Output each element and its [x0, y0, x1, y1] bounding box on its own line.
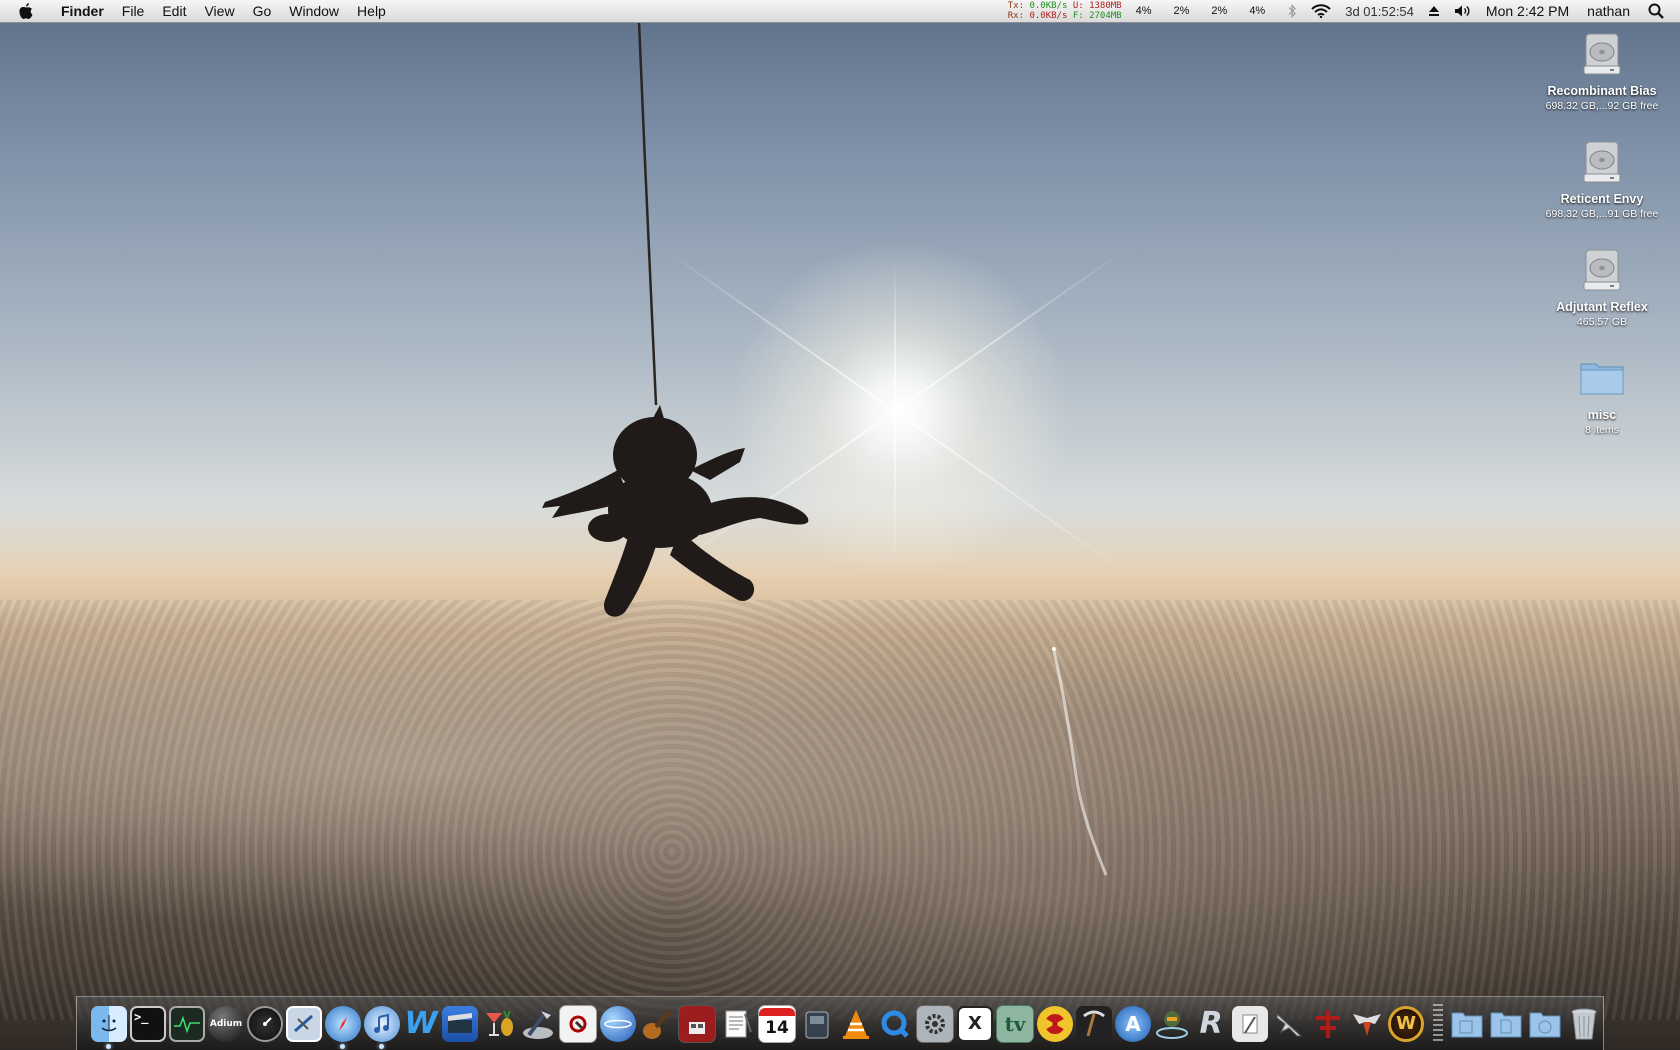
cpu-core-2[interactable]: 2% [1174, 5, 1190, 17]
wifi-icon[interactable] [1311, 4, 1331, 18]
jet-fighter-icon[interactable] [1271, 1006, 1307, 1042]
terminal-icon[interactable]: >_ [130, 1005, 166, 1042]
adium-label: Adium [209, 1018, 243, 1029]
downloads-stack-icon[interactable] [1527, 1006, 1563, 1042]
desktop-icon-info: 465.57 GB [1576, 316, 1628, 328]
memory-free: F: 2704MB [1072, 11, 1122, 21]
sun-ray [894, 261, 896, 561]
imovie-icon[interactable] [442, 1005, 478, 1042]
dashboard-icon[interactable] [247, 1005, 283, 1042]
menu-go[interactable]: Go [244, 0, 281, 22]
eject-icon[interactable] [1428, 5, 1440, 17]
desktop-folder-misc[interactable]: misc 8 items [1527, 354, 1677, 436]
quicktime-icon[interactable] [877, 1006, 913, 1042]
xcode-icon[interactable] [520, 1006, 556, 1042]
wings-emblem-icon[interactable] [1349, 1006, 1385, 1042]
desktop-icon-name: Reticent Envy [1560, 192, 1644, 206]
running-indicator [106, 1043, 111, 1049]
documents-stack-icon[interactable] [1488, 1006, 1524, 1042]
spotlight-search-icon[interactable] [1648, 3, 1664, 19]
desktop-icon-info: 8 items [1585, 424, 1619, 436]
menu-clock[interactable]: Mon 2:42 PM [1486, 3, 1569, 19]
textedit-icon[interactable] [719, 1006, 755, 1042]
menu-app-finder[interactable]: Finder [52, 0, 113, 22]
wunderlist-icon[interactable]: W [403, 1006, 439, 1042]
system-preferences-icon[interactable] [916, 1004, 954, 1043]
tv-app-icon[interactable]: tv [996, 1004, 1034, 1043]
photo-booth-icon[interactable] [678, 1004, 716, 1043]
skydiver-silhouette [542, 405, 809, 617]
pickaxe-icon[interactable] [1076, 1005, 1112, 1042]
applications-stack-icon[interactable] [1449, 1006, 1485, 1042]
desktop-icon-name: misc [1587, 408, 1617, 422]
safari-icon[interactable] [325, 1005, 361, 1049]
folder-icon [1578, 354, 1626, 402]
cpu-core-3[interactable]: 2% [1211, 5, 1227, 17]
volume-icon[interactable] [1454, 4, 1472, 18]
cpu-core-4[interactable]: 4% [1249, 5, 1265, 17]
wolfenstein-icon[interactable] [1310, 1006, 1346, 1042]
vlc-icon[interactable] [838, 1006, 874, 1042]
cpu-core-1[interactable]: 4% [1136, 5, 1152, 17]
cloud-layer [0, 600, 1680, 1020]
menu-window[interactable]: Window [280, 0, 348, 22]
crossover-icon[interactable]: X [957, 1005, 993, 1042]
google-earth-icon[interactable] [600, 1005, 636, 1042]
parachute-rope [637, 21, 658, 406]
calendar-header [759, 1007, 795, 1016]
hard-drive-icon [1578, 246, 1626, 294]
menu-file[interactable]: File [113, 0, 154, 22]
halo-icon[interactable] [1154, 1006, 1190, 1042]
tx-label: Tx: [1007, 1, 1025, 11]
radioactive-icon[interactable] [1037, 1005, 1073, 1042]
finder-icon[interactable] [91, 1005, 127, 1049]
r-app-icon[interactable]: R [1193, 1006, 1229, 1042]
desktop-drive-reticent-envy[interactable]: Reticent Envy 698.32 GB,...91 GB free [1527, 138, 1677, 220]
hard-drive-icon [1578, 138, 1626, 186]
running-indicator [379, 1043, 384, 1049]
mail-icon[interactable] [286, 1005, 322, 1042]
memory-used: U: 1380MB [1072, 1, 1122, 11]
system-profiler-icon[interactable] [559, 1004, 597, 1043]
user-menu[interactable]: nathan [1587, 3, 1630, 19]
rx-value: 0.0KB/s [1029, 11, 1068, 21]
desktop-drive-adjutant-reflex[interactable]: Adjutant Reflex 465.57 GB [1527, 246, 1677, 328]
activity-monitor-icon[interactable] [169, 1005, 205, 1042]
cocktail-icon[interactable] [481, 1006, 517, 1042]
dock: >_ Adium W 14 X tv A R W [76, 996, 1604, 1050]
menu-view[interactable]: View [195, 0, 243, 22]
rocket-contrail [1052, 647, 1108, 876]
ical-icon[interactable]: 14 [758, 1004, 796, 1043]
network-monitor[interactable]: Tx: 0.0KB/s U: 1380MB Rx: 0.0KB/s F: 270… [1008, 1, 1122, 21]
rx-label: Rx: [1007, 11, 1025, 21]
itunes-icon[interactable] [364, 1005, 400, 1049]
running-indicator [340, 1043, 345, 1049]
menu-bar: Finder File Edit View Go Window Help Tx:… [0, 0, 1680, 23]
desktop-icon-name: Recombinant Bias [1547, 84, 1657, 98]
desktop-icon-name: Adjutant Reflex [1556, 300, 1648, 314]
trash-icon[interactable] [1566, 1006, 1602, 1042]
garageband-icon[interactable] [639, 1006, 675, 1042]
hard-drive-icon [1578, 30, 1626, 78]
script-editor-icon[interactable] [1232, 1005, 1268, 1042]
adium-icon[interactable]: Adium [208, 1005, 244, 1042]
desktop-drive-recombinant-bias[interactable]: Recombinant Bias 698.32 GB,...92 GB free [1527, 30, 1677, 112]
uptime[interactable]: 3d 01:52:54 [1345, 4, 1414, 19]
desktop-icon-info: 698.32 GB,...91 GB free [1545, 208, 1659, 220]
menu-edit[interactable]: Edit [153, 0, 195, 22]
menu-extras: Tx: 0.0KB/s U: 1380MB Rx: 0.0KB/s F: 270… [1008, 0, 1680, 22]
calendar-day: 14 [765, 1017, 789, 1038]
app-store-a-icon[interactable]: A [1115, 1005, 1151, 1042]
time-machine-icon[interactable] [799, 1006, 835, 1042]
desktop-icon-info: 698.32 GB,...92 GB free [1545, 100, 1659, 112]
menu-help[interactable]: Help [348, 0, 395, 22]
dock-separator [1433, 1003, 1443, 1044]
apple-menu-icon[interactable] [18, 2, 38, 20]
world-of-warcraft-icon[interactable]: W [1388, 1005, 1424, 1042]
bluetooth-icon[interactable] [1287, 4, 1297, 18]
tx-value: 0.0KB/s [1029, 1, 1068, 11]
